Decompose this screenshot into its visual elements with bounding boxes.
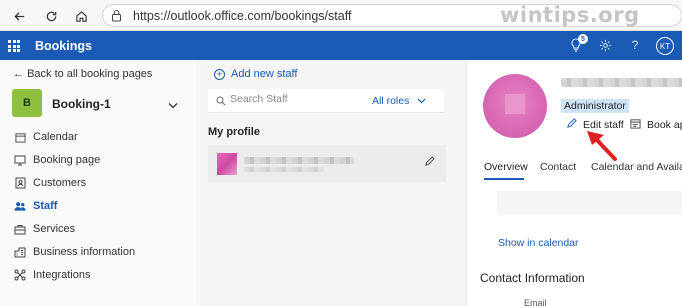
sidebar-item-integrations[interactable]: Integrations — [14, 266, 90, 284]
roles-filter-dropdown[interactable]: All roles — [372, 95, 426, 107]
lock-icon — [111, 9, 122, 25]
sidebar-item-booking-page[interactable]: Booking page — [14, 151, 100, 169]
calendar-icon — [14, 131, 26, 143]
my-profile-heading: My profile — [208, 126, 260, 138]
help-icon[interactable]: ? — [627, 37, 643, 53]
redacted-staff-name — [561, 78, 682, 87]
contact-card-icon — [14, 177, 26, 189]
staff-list-item[interactable] — [208, 145, 446, 182]
search-bar: All roles — [208, 89, 444, 113]
staff-list-panel: + Add new staff All roles My profile — [196, 60, 466, 306]
redacted-name — [244, 157, 354, 164]
search-staff-input[interactable] — [230, 93, 350, 105]
app-launcher-icon[interactable] — [8, 40, 20, 52]
tab-contact[interactable]: Contact — [540, 161, 576, 173]
back-arrow-icon: ← — [13, 68, 28, 80]
back-arrow-icon[interactable] — [8, 5, 30, 27]
sidebar-item-customers[interactable]: Customers — [14, 174, 86, 192]
watermark-logo: wintips.org — [500, 3, 640, 27]
user-avatar[interactable]: KT — [656, 37, 674, 55]
pencil-icon — [566, 118, 577, 132]
building-icon — [14, 246, 26, 258]
notification-badge: 5 — [578, 34, 588, 44]
services-icon — [14, 223, 26, 235]
chevron-down-icon[interactable] — [168, 98, 178, 112]
settings-gear-icon[interactable] — [597, 37, 613, 53]
email-label: Email — [524, 298, 547, 306]
staff-avatar — [217, 153, 237, 175]
business-name[interactable]: Booking-1 — [52, 97, 111, 111]
app-header: Bookings 5 ? KT — [0, 31, 682, 60]
detail-tabs: Overview Contact Calendar and Availabili — [467, 157, 682, 181]
app-title: Bookings — [35, 39, 92, 53]
business-avatar: B — [12, 89, 42, 117]
sidebar: ← Back to all booking pages B Booking-1 … — [0, 60, 196, 306]
add-new-staff-button[interactable]: + Add new staff — [214, 68, 297, 80]
active-tab-indicator — [484, 178, 524, 180]
monitor-icon — [14, 154, 26, 166]
plus-icon: + — [214, 68, 225, 80]
tab-overview[interactable]: Overview — [484, 161, 528, 173]
browser-toolbar: https://outlook.office.com/bookings/staf… — [0, 0, 682, 31]
search-icon — [216, 95, 226, 109]
url-text: https://outlook.office.com/bookings/staf… — [133, 9, 352, 23]
sidebar-item-calendar[interactable]: Calendar — [14, 128, 78, 146]
staff-detail-panel: Administrator Edit staff Book ap Overvie… — [466, 60, 682, 306]
annotation-arrow-icon — [583, 128, 619, 165]
role-badge: Administrator — [561, 99, 629, 113]
pencil-edit-icon[interactable] — [424, 156, 435, 170]
people-icon — [14, 200, 26, 212]
home-icon[interactable] — [70, 5, 92, 27]
integrations-icon — [14, 269, 26, 281]
sidebar-item-staff[interactable]: Staff — [14, 197, 57, 215]
redacted-email — [244, 167, 324, 172]
profile-photo — [483, 74, 547, 138]
sidebar-item-business-information[interactable]: Business information — [14, 243, 135, 261]
contact-information-heading: Contact Information — [480, 271, 585, 285]
refresh-icon[interactable] — [40, 5, 62, 27]
sidebar-item-services[interactable]: Services — [14, 220, 75, 238]
chevron-down-icon — [417, 95, 426, 107]
show-in-calendar-link[interactable]: Show in calendar — [498, 237, 579, 249]
calendar-preview-box — [497, 191, 682, 215]
calendar-book-icon — [630, 118, 641, 132]
book-appointment-button[interactable]: Book ap — [630, 118, 682, 132]
photo-pixelation — [505, 94, 525, 114]
back-to-booking-pages-link[interactable]: ← Back to all booking pages — [13, 68, 152, 80]
